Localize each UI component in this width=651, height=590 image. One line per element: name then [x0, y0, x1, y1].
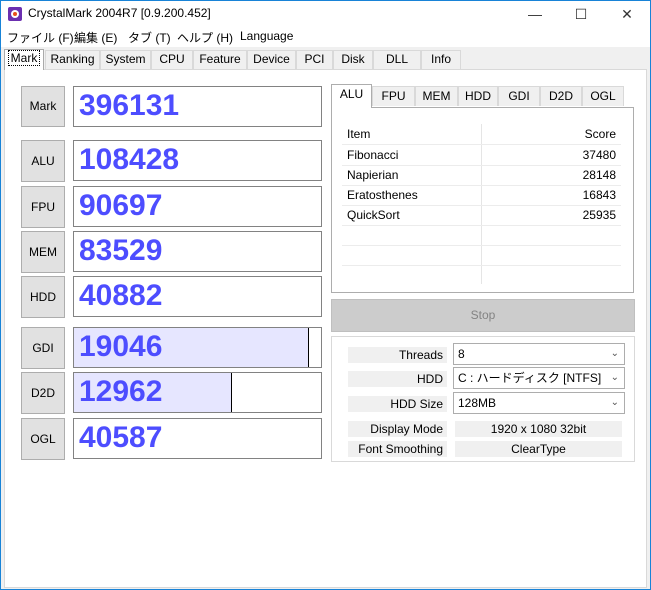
subtab-ogl[interactable]: OGL: [582, 86, 624, 106]
crystalmark-icon: [8, 7, 22, 21]
title-bar[interactable]: CrystalMark 2004R7 [0.9.200.452] — ☐ ✕: [1, 1, 650, 27]
menu-tab[interactable]: タブ (T): [128, 29, 171, 46]
mark-score-box: 396131: [73, 86, 322, 127]
hdd-score-box: 40882: [73, 276, 322, 317]
alu-score: 108428: [79, 143, 180, 176]
chevron-down-icon: ⌄: [610, 372, 619, 383]
mem-score-box: 83529: [73, 231, 322, 272]
tab-disk[interactable]: Disk: [333, 50, 373, 69]
hdd-score: 40882: [79, 279, 163, 312]
mark-score: 396131: [79, 89, 180, 122]
subtab-fpu[interactable]: FPU: [372, 86, 415, 106]
table-row-score: 37480: [582, 148, 616, 162]
column-separator: [481, 124, 482, 284]
fpu-score-box: 90697: [73, 186, 322, 227]
tab-feature[interactable]: Feature: [193, 50, 247, 69]
menu-language[interactable]: Language: [240, 29, 293, 43]
table-row-score: 16843: [582, 188, 616, 202]
row-divider: [342, 265, 621, 266]
table-row-score: 25935: [582, 208, 616, 222]
ogl-button[interactable]: OGL: [21, 418, 65, 460]
hdd-size-label: HDD Size: [348, 396, 447, 412]
subtab-mem[interactable]: MEM: [415, 86, 458, 106]
tab-dll[interactable]: DLL: [373, 50, 421, 69]
column-header-item[interactable]: Item: [347, 124, 370, 144]
menu-edit[interactable]: 編集 (E): [74, 29, 117, 46]
display-mode-label: Display Mode: [348, 421, 447, 437]
subtab-gdi[interactable]: GDI: [498, 86, 540, 106]
mem-score: 83529: [79, 234, 163, 267]
row-divider: [342, 245, 621, 246]
gdi-score-box: 19046: [73, 327, 322, 368]
d2d-score: 12962: [79, 375, 163, 408]
menu-file[interactable]: ファイル (F): [7, 29, 74, 46]
gdi-button[interactable]: GDI: [21, 327, 65, 369]
subtab-hdd[interactable]: HDD: [458, 86, 498, 106]
chevron-down-icon: ⌄: [610, 397, 619, 408]
font-smoothing-value: ClearType: [455, 441, 622, 457]
close-button[interactable]: ✕: [604, 1, 650, 27]
menu-bar: ファイル (F) 編集 (E) タブ (T) ヘルプ (H) Language: [1, 27, 650, 47]
menu-help[interactable]: ヘルプ (H): [177, 29, 233, 46]
subtab-alu[interactable]: ALU: [331, 84, 372, 108]
d2d-score-box: 12962: [73, 372, 322, 413]
app-window: CrystalMark 2004R7 [0.9.200.452] — ☐ ✕ フ…: [0, 0, 651, 590]
table-row-item: Eratosthenes: [347, 188, 418, 202]
alu-score-box: 108428: [73, 140, 322, 181]
hdd-value: C : ハードディスク [NTFS]: [458, 371, 602, 385]
chevron-down-icon: ⌄: [610, 348, 619, 359]
hdd-button[interactable]: HDD: [21, 276, 65, 318]
ogl-score-box: 40587: [73, 418, 322, 459]
gdi-score: 19046: [79, 330, 163, 363]
subtab-d2d[interactable]: D2D: [540, 86, 582, 106]
table-row-item: QuickSort: [347, 208, 400, 222]
row-divider: [342, 225, 621, 226]
d2d-button[interactable]: D2D: [21, 372, 65, 414]
threads-select[interactable]: 8 ⌄: [453, 343, 625, 365]
mark-tab-content: Mark 396131 ALU 108428 FPU 90697 MEM 835…: [4, 69, 647, 588]
hdd-label: HDD: [348, 371, 447, 387]
display-mode-value: 1920 x 1080 32bit: [455, 421, 622, 437]
hdd-select[interactable]: C : ハードディスク [NTFS] ⌄: [453, 367, 625, 389]
tab-info[interactable]: Info: [421, 50, 461, 69]
tab-device[interactable]: Device: [247, 50, 296, 69]
tab-pci[interactable]: PCI: [296, 50, 333, 69]
table-row-item: Napierian: [347, 168, 399, 182]
mem-button[interactable]: MEM: [21, 231, 65, 273]
column-header-score[interactable]: Score: [585, 124, 616, 144]
threads-label: Threads: [348, 347, 447, 363]
ogl-score: 40587: [79, 421, 163, 454]
window-title: CrystalMark 2004R7 [0.9.200.452]: [28, 6, 211, 20]
alu-results-panel: Item Score Fibonacci 37480 Napierian 281…: [331, 107, 634, 293]
hdd-size-select[interactable]: 128MB ⌄: [453, 392, 625, 414]
threads-value: 8: [458, 347, 465, 361]
tab-system[interactable]: System: [100, 50, 151, 69]
table-row-score: 28148: [582, 168, 616, 182]
table-row-item: Fibonacci: [347, 148, 399, 162]
alu-button[interactable]: ALU: [21, 140, 65, 182]
tab-cpu[interactable]: CPU: [151, 50, 193, 69]
fpu-score: 90697: [79, 189, 163, 222]
hdd-size-value: 128MB: [458, 396, 497, 410]
fpu-button[interactable]: FPU: [21, 186, 65, 228]
settings-panel: Threads 8 ⌄ HDD C : ハードディスク [NTFS] ⌄ HDD…: [331, 336, 635, 462]
tab-ranking[interactable]: Ranking: [45, 50, 100, 69]
maximize-button[interactable]: ☐: [558, 1, 604, 27]
font-smoothing-label: Font Smoothing: [348, 441, 447, 457]
stop-button[interactable]: Stop: [331, 299, 635, 332]
minimize-button[interactable]: —: [512, 1, 558, 27]
mark-button[interactable]: Mark: [21, 86, 65, 127]
tab-mark[interactable]: Mark: [4, 49, 44, 70]
